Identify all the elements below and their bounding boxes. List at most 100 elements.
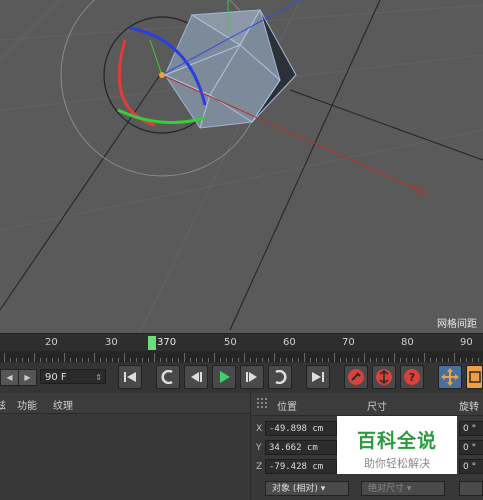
tick-label: 20	[45, 337, 58, 348]
record-button[interactable]	[344, 365, 368, 389]
timeline-tick	[64, 353, 65, 362]
timeline-tick	[226, 358, 227, 362]
previous-frame-button[interactable]	[184, 365, 208, 389]
rotation-h-field[interactable]: 0 °	[459, 421, 483, 436]
go-to-start-button[interactable]	[118, 365, 142, 389]
timeline-tick	[28, 358, 29, 362]
apply-button[interactable]	[459, 481, 483, 496]
next-key-button[interactable]	[268, 365, 292, 389]
timeline-tick	[322, 358, 323, 362]
timeline-tick	[478, 358, 479, 362]
timeline-tick	[460, 358, 461, 362]
timeline-tick	[70, 358, 71, 362]
timeline-tick	[196, 358, 197, 362]
watermark-title: 百科全说	[356, 430, 437, 452]
tick-label: 90	[460, 337, 473, 348]
timeline-track[interactable]	[0, 351, 483, 362]
coordinate-mode-dropdown[interactable]: 对象 (相对) ▾	[265, 481, 349, 496]
go-to-end-button[interactable]	[306, 365, 330, 389]
timeline-tick	[346, 358, 347, 362]
panel-grip-icon[interactable]	[257, 398, 269, 410]
timeline-tick	[40, 358, 41, 362]
tick-label: 70	[342, 337, 355, 348]
timeline-tick	[154, 353, 155, 362]
next-frame-button[interactable]	[240, 365, 264, 389]
transport-bar: ◀ ▶ 90 F ⇕ ?	[0, 363, 483, 394]
keyframe-help-button[interactable]: ?	[400, 365, 424, 389]
timeline-tick	[448, 358, 449, 362]
timeline-tick	[466, 358, 467, 362]
move-tool-button[interactable]	[438, 365, 462, 389]
menu-item-edit[interactable]: 兹	[0, 397, 6, 412]
axis-label-z: Z	[256, 462, 263, 472]
timeline-tick	[250, 358, 251, 362]
size-header: 尺寸	[367, 402, 387, 413]
x-axis-handle[interactable]	[161, 74, 426, 194]
timeline-tick	[118, 358, 119, 362]
size-mode-dropdown[interactable]: 绝对尺寸 ▾	[361, 481, 445, 496]
3d-viewport[interactable]: 网格间距	[0, 0, 483, 333]
previous-key-button[interactable]	[156, 365, 180, 389]
play-button[interactable]	[212, 365, 236, 389]
timeline-tick	[352, 358, 353, 362]
scale-icon	[468, 371, 481, 383]
timeline-tick	[412, 358, 413, 362]
timeline-tick	[334, 353, 335, 362]
timeline-tick	[34, 353, 35, 362]
menu-item-texture[interactable]: 纹理	[53, 397, 73, 412]
scale-tool-button[interactable]	[466, 365, 483, 389]
timeline-tick	[418, 358, 419, 362]
object-origin[interactable]	[159, 72, 165, 78]
timeline-tick	[328, 358, 329, 362]
watermark-subtitle: 助你轻松解决	[364, 457, 430, 470]
timeline-tick	[208, 358, 209, 362]
timeline-tick	[442, 358, 443, 362]
timeline-tick	[172, 358, 173, 362]
y-axis-handle-inner[interactable]	[149, 39, 163, 76]
rotation-header: 旋转	[459, 402, 479, 413]
end-frame-value: 90 F	[45, 372, 67, 383]
timeline-tick	[124, 353, 125, 362]
go-to-end-icon	[312, 372, 324, 382]
position-y-field[interactable]: 34.662 cm	[265, 440, 337, 455]
timeline-tick	[472, 358, 473, 362]
viewport-scene	[0, 0, 483, 333]
position-x-field[interactable]: -49.898 cm	[265, 421, 337, 436]
frame-next-arrow-icon[interactable]: ▶	[18, 369, 37, 386]
help-icon: ?	[404, 369, 420, 385]
timeline-tick	[280, 358, 281, 362]
axis-label-y: Y	[256, 443, 262, 453]
timeline-tick	[232, 358, 233, 362]
timeline-tick	[382, 358, 383, 362]
playhead-marker[interactable]	[148, 336, 156, 350]
auto-key-button[interactable]	[372, 365, 396, 389]
timeline-tick	[76, 358, 77, 362]
rotation-b-field[interactable]: 0 °	[459, 459, 483, 474]
polyhedron-object[interactable]	[164, 9, 297, 129]
menu-item-function[interactable]: 功能	[17, 397, 37, 412]
timeline-tick	[244, 353, 245, 362]
timeline-tick	[148, 358, 149, 362]
timeline-tick	[394, 353, 395, 362]
timeline-tick	[286, 358, 287, 362]
spinner-icon[interactable]: ⇕	[95, 370, 102, 385]
rotation-p-field[interactable]: 0 °	[459, 440, 483, 455]
timeline-tick	[424, 353, 425, 362]
position-z-field[interactable]: -79.428 cm	[265, 459, 337, 474]
timeline-tick	[136, 358, 137, 362]
end-frame-field[interactable]: 90 F ⇕	[40, 369, 106, 384]
tick-label: 80	[401, 337, 414, 348]
timeline-tick	[100, 358, 101, 362]
timeline-tick	[376, 358, 377, 362]
timeline-ruler[interactable]: 20 30 50 60 70 80 90 370	[0, 333, 483, 364]
material-menu-bar: 兹 功能 纹理	[0, 393, 250, 414]
timeline-tick	[94, 353, 95, 362]
timeline-tick	[16, 358, 17, 362]
grid-spacing-label: 网格间距	[437, 319, 477, 330]
timeline-tick	[220, 358, 221, 362]
watermark-logo: 百科全说 助你轻松解决	[337, 416, 457, 474]
timeline-tick	[202, 358, 203, 362]
frame-prev-arrow-icon[interactable]: ◀	[0, 369, 19, 386]
timeline-tick	[214, 353, 215, 362]
previous-key-icon	[161, 370, 173, 384]
